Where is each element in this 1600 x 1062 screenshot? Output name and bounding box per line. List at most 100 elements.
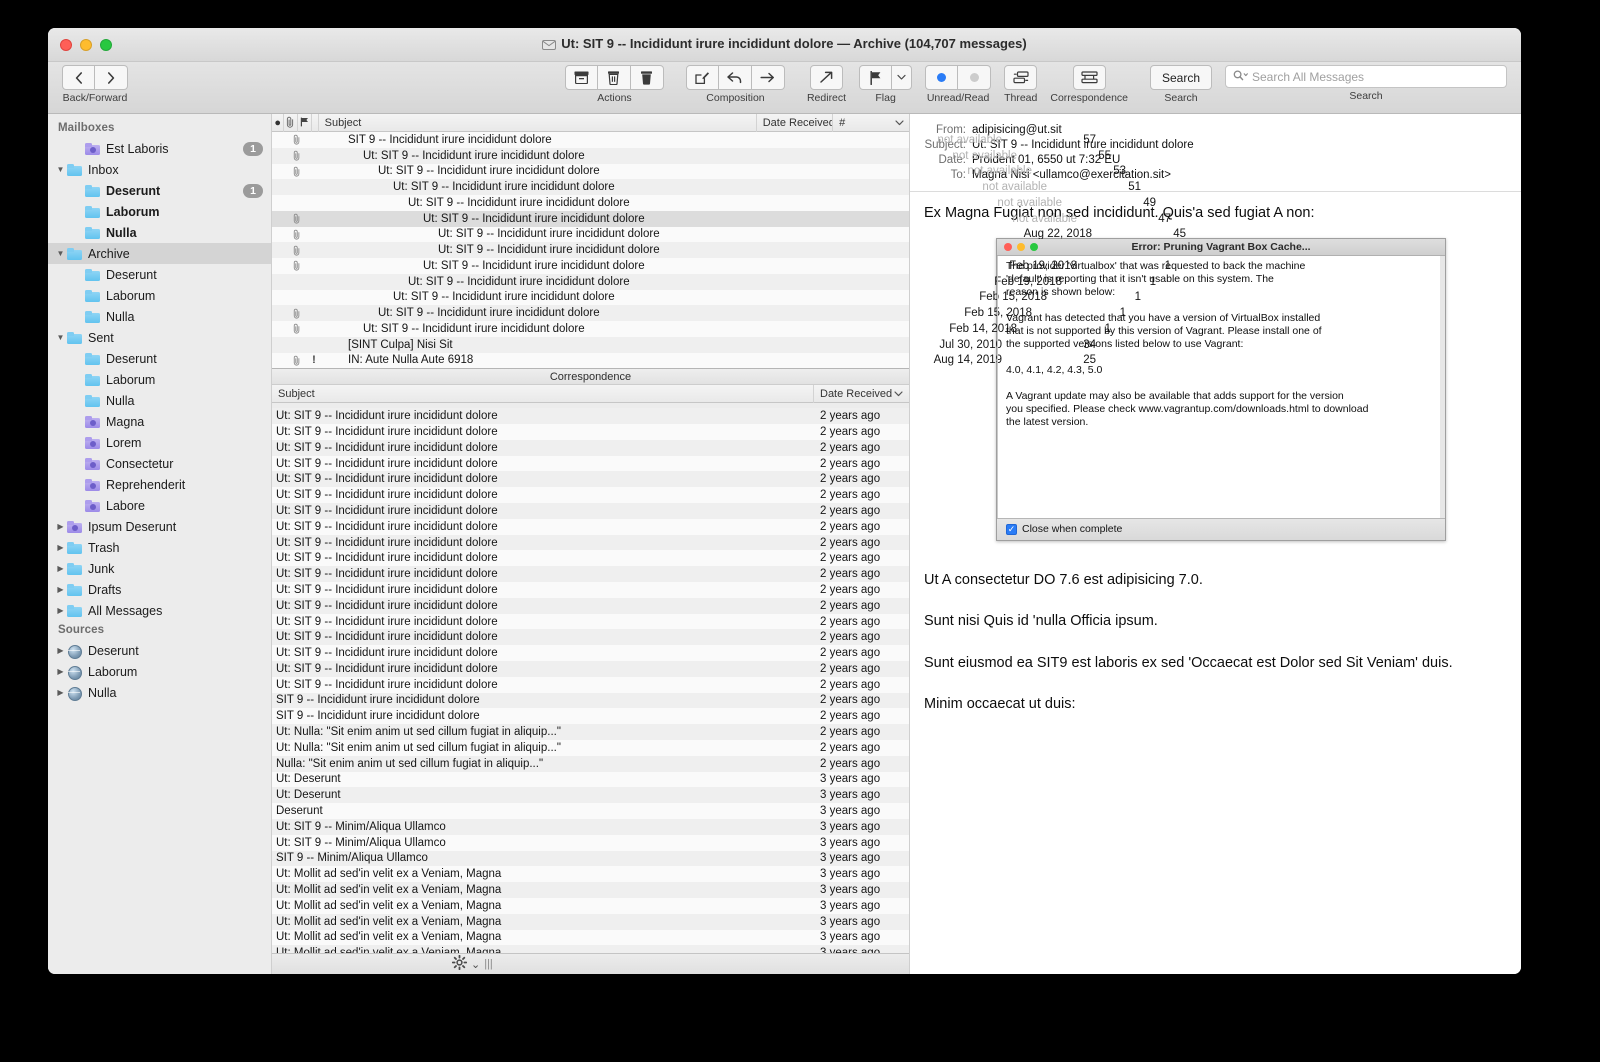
sidebar-item-reprehenderit[interactable]: Reprehenderit: [48, 474, 271, 495]
correspondence-header[interactable]: Subject Date Received: [272, 385, 909, 403]
bottom-chevron-icon[interactable]: ⌄: [471, 958, 480, 971]
sidebar-item-nulla[interactable]: ▶ Nulla: [48, 682, 271, 703]
window-controls[interactable]: [60, 39, 112, 51]
sidebar-item-trash[interactable]: ▶ Trash: [48, 537, 271, 558]
correspondence-row[interactable]: Ut: Nulla: "Sit enim anim ut sed cillum …: [272, 740, 909, 756]
correspondence-button[interactable]: [1073, 65, 1106, 90]
message-row[interactable]: ▼adipisicing@ut.sit Ut: SIT 9 -- Incidid…: [272, 179, 909, 195]
column-header-unread[interactable]: ●: [272, 114, 284, 132]
disclosure-triangle-icon[interactable]: ▼: [54, 166, 67, 174]
unread-indicator[interactable]: [272, 242, 288, 258]
correspondence-row[interactable]: Ut: SIT 9 -- Incididunt irure incididunt…: [272, 582, 909, 598]
unread-indicator[interactable]: [272, 211, 288, 227]
unread-indicator[interactable]: [272, 353, 288, 369]
unread-indicator[interactable]: [272, 164, 288, 180]
column-header-attachment[interactable]: [284, 114, 297, 132]
unread-indicator[interactable]: [272, 305, 288, 321]
sidebar-item-deserunt[interactable]: Deserunt 1: [48, 180, 271, 201]
sidebar-item-deserunt[interactable]: Deserunt: [48, 264, 271, 285]
message-row[interactable]: ▼adipisicing@ut.sit Ut: SIT 9 -- Incidid…: [272, 148, 909, 164]
correspondence-list[interactable]: Ut: SIT 9 -- Incididunt irure incididunt…: [272, 403, 909, 953]
sidebar-item-est-laboris[interactable]: Est Laboris 1: [48, 138, 271, 159]
close-button[interactable]: [60, 39, 72, 51]
column-header-flag[interactable]: [298, 114, 312, 132]
correspondence-row[interactable]: Ut: SIT 9 -- Minim/Aliqua Ullamco 3 year…: [272, 819, 909, 835]
correspondence-row[interactable]: SIT 9 -- Incididunt irure incididunt dol…: [272, 708, 909, 724]
disclosure-triangle-icon[interactable]: ▶: [54, 565, 67, 573]
unread-indicator[interactable]: [272, 132, 288, 148]
correspondence-row[interactable]: Ut: SIT 9 -- Incididunt irure incididunt…: [272, 456, 909, 472]
flag-menu-button[interactable]: [892, 65, 912, 90]
correspondence-row[interactable]: Ut: SIT 9 -- Incididunt irure incididunt…: [272, 535, 909, 551]
correspondence-row[interactable]: SIT 9 -- Incididunt irure incididunt dol…: [272, 693, 909, 709]
close-when-complete-checkbox[interactable]: ✓: [1006, 524, 1017, 535]
forward-message-button[interactable]: [752, 65, 785, 90]
correspondence-row[interactable]: Nulla: "Sit enim anim ut sed cillum fugi…: [272, 756, 909, 772]
message-row[interactable]: ▼Magna Nisi Ut: SIT 9 -- Incididunt irur…: [272, 195, 909, 211]
junk-button[interactable]: [598, 65, 631, 90]
mark-read-button[interactable]: [958, 65, 991, 90]
sidebar-item-deserunt[interactable]: ▶ Deserunt: [48, 640, 271, 661]
message-row[interactable]: Magna Nisi Ut: SIT 9 -- Incididunt irure…: [272, 305, 909, 321]
sidebar-item-sent[interactable]: ▼ Sent: [48, 327, 271, 348]
sidebar-item-nulla[interactable]: Nulla: [48, 222, 271, 243]
message-list-header[interactable]: ● From Subject Date Received #: [272, 114, 909, 132]
sidebar-item-laborum[interactable]: Laborum: [48, 369, 271, 390]
correspondence-row[interactable]: Ut: Mollit ad sed'in velit ex a Veniam, …: [272, 914, 909, 930]
back-button[interactable]: [62, 65, 95, 90]
sidebar-item-nulla[interactable]: Nulla: [48, 390, 271, 411]
unread-indicator[interactable]: [272, 337, 288, 353]
correspondence-row[interactable]: Ut: Mollit ad sed'in velit ex a Veniam, …: [272, 945, 909, 953]
search-input[interactable]: Search All Messages: [1252, 70, 1364, 84]
column-header-number[interactable]: #: [833, 114, 909, 132]
correspondence-row[interactable]: Ut: SIT 9 -- Incididunt irure incididunt…: [272, 424, 909, 440]
minimize-button[interactable]: [80, 39, 92, 51]
correspondence-row[interactable]: Ut: Mollit ad sed'in velit ex a Veniam, …: [272, 882, 909, 898]
correspondence-row[interactable]: Ut: SIT 9 -- Incididunt irure incididunt…: [272, 614, 909, 630]
search-button[interactable]: Search: [1150, 65, 1212, 90]
correspondence-row[interactable]: Ut: Deserunt 3 years ago: [272, 772, 909, 788]
disclosure-triangle-icon[interactable]: ▶: [54, 607, 67, 615]
message-row[interactable]: ▶Magna Nisi Ut: SIT 9 -- Incididunt irur…: [272, 227, 909, 243]
sidebar-item-magna[interactable]: Magna: [48, 411, 271, 432]
disclosure-triangle-icon[interactable]: ▼: [54, 250, 67, 258]
correspondence-row[interactable]: Ut: SIT 9 -- Incididunt irure incididunt…: [272, 629, 909, 645]
sidebar-item-laborum[interactable]: ▶ Laborum: [48, 661, 271, 682]
sidebar-item-labore[interactable]: Labore: [48, 495, 271, 516]
disclosure-triangle-icon[interactable]: ▼: [54, 334, 67, 342]
disclosure-triangle-icon[interactable]: ▶: [54, 586, 67, 594]
correspondence-row[interactable]: Ut: Mollit ad sed'in velit ex a Veniam, …: [272, 898, 909, 914]
correspondence-row[interactable]: Ut: SIT 9 -- Incididunt irure incididunt…: [272, 598, 909, 614]
message-row[interactable]: Magna Nisi Ut: SIT 9 -- Incididunt irure…: [272, 242, 909, 258]
message-row[interactable]: ! ▶Mollit Cupidatat IN: Aute Nulla Aute …: [272, 353, 909, 369]
correspondence-row[interactable]: Ut: Deserunt 3 years ago: [272, 787, 909, 803]
sidebar-item-inbox[interactable]: ▼ Inbox: [48, 159, 271, 180]
gear-icon[interactable]: [452, 955, 467, 973]
sidebar-item-consectetur[interactable]: Consectetur: [48, 453, 271, 474]
unread-indicator[interactable]: [272, 179, 288, 195]
chevron-down-icon[interactable]: [894, 385, 903, 403]
sidebar-item-archive[interactable]: ▼ Archive: [48, 243, 271, 264]
correspondence-row[interactable]: Ut: SIT 9 -- Incididunt irure incididunt…: [272, 487, 909, 503]
disclosure-triangle-icon[interactable]: ▶: [54, 544, 67, 552]
message-row[interactable]: ▼adipisicing@ut.sit SIT 9 -- Incididunt …: [272, 132, 909, 148]
correspondence-row[interactable]: Ut: Mollit ad sed'in velit ex a Veniam, …: [272, 866, 909, 882]
thread-button[interactable]: [1004, 65, 1037, 90]
correspondence-row[interactable]: Deserunt 3 years ago: [272, 803, 909, 819]
correspondence-row[interactable]: Ut: SIT 9 -- Minim/Aliqua Ullamco 3 year…: [272, 835, 909, 851]
archive-button[interactable]: [565, 65, 598, 90]
message-list-rows[interactable]: ▼adipisicing@ut.sit SIT 9 -- Incididunt …: [272, 132, 909, 368]
sidebar-item-all-messages[interactable]: ▶ All Messages: [48, 600, 271, 621]
chevron-down-icon[interactable]: [895, 114, 904, 132]
reply-button[interactable]: [719, 65, 752, 90]
column-header-from[interactable]: From: [312, 114, 319, 132]
mark-unread-button[interactable]: [925, 65, 958, 90]
sidebar-item-laborum[interactable]: Laborum: [48, 285, 271, 306]
correspondence-row[interactable]: Ut: SIT 9 -- Incididunt irure incididunt…: [272, 550, 909, 566]
resize-handle[interactable]: |||: [484, 958, 493, 970]
unread-indicator[interactable]: [272, 227, 288, 243]
message-row[interactable]: Magna Nisi Ut: SIT 9 -- Incididunt irure…: [272, 274, 909, 290]
correspondence-row[interactable]: Ut: SIT 9 -- Incididunt irure incididunt…: [272, 471, 909, 487]
sidebar-item-laborum[interactable]: Laborum: [48, 201, 271, 222]
unread-indicator[interactable]: [272, 195, 288, 211]
